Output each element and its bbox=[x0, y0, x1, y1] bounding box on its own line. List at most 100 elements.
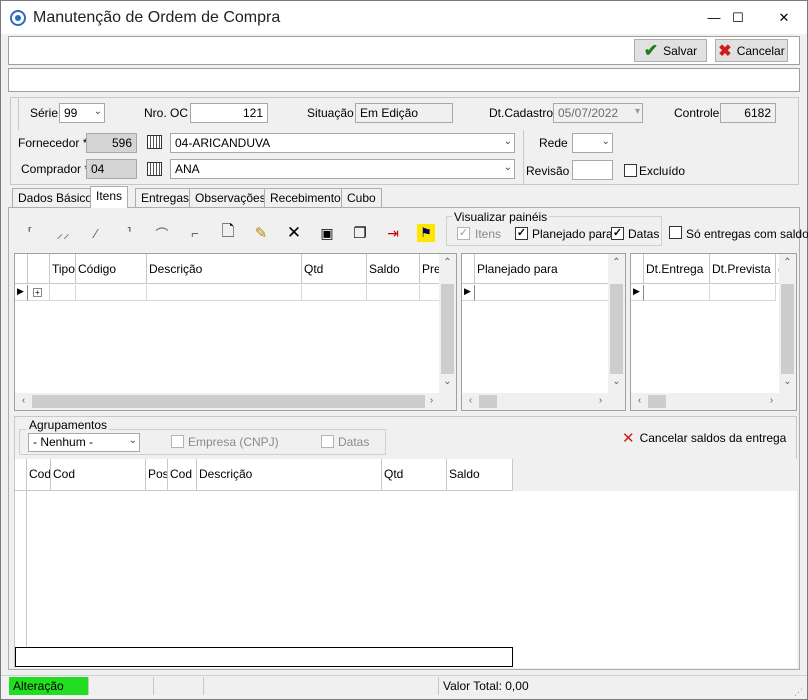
new-document-icon[interactable]: 🗋 bbox=[219, 223, 237, 242]
column-header[interactable]: Dt.Entrega bbox=[644, 254, 710, 284]
scroll-down-icon[interactable]: ⌄ bbox=[608, 376, 625, 387]
status-panel bbox=[204, 677, 439, 695]
prior-record-icon[interactable]: ⁄ bbox=[87, 224, 105, 242]
app-icon bbox=[10, 10, 26, 26]
planejado-checkbox[interactable]: ✓ bbox=[515, 227, 528, 240]
vertical-scrollbar[interactable]: ⌃ ⌄ bbox=[779, 254, 796, 393]
excluido-label: Excluído bbox=[639, 164, 686, 178]
column-header[interactable]: Saldo bbox=[367, 254, 420, 284]
fornecedor-code-field[interactable]: 596 bbox=[86, 133, 137, 153]
datas-checkbox[interactable]: ✓ bbox=[611, 227, 624, 240]
empresa-label: Empresa (CNPJ) bbox=[188, 435, 279, 449]
import-icon[interactable]: ⇥ bbox=[384, 224, 402, 242]
edit-document-icon[interactable]: ✎ bbox=[252, 224, 270, 242]
horizontal-scrollbar[interactable]: ‹ › bbox=[462, 393, 625, 410]
vertical-scrollbar[interactable]: ⌃ ⌄ bbox=[608, 254, 625, 393]
chevron-down-icon: ⌄ bbox=[93, 106, 102, 117]
calendar-icon[interactable] bbox=[147, 162, 162, 176]
row-indicator-header bbox=[15, 459, 27, 491]
status-total: Valor Total: 0,00 bbox=[443, 679, 529, 693]
tab-observacoes[interactable]: Observações bbox=[189, 188, 272, 207]
situacao-label: Situação bbox=[307, 106, 354, 120]
cancel-button[interactable]: ✖ Cancelar bbox=[715, 39, 788, 62]
serie-select[interactable]: 99 ⌄ bbox=[59, 103, 105, 123]
calendar-icon[interactable] bbox=[147, 135, 162, 149]
column-header[interactable]: Qtd bbox=[382, 459, 447, 491]
save-button[interactable]: ✔ Salvar bbox=[634, 39, 707, 62]
tab-entregas[interactable]: Entregas bbox=[135, 188, 196, 207]
prior-page-icon[interactable]: ⸝⸝ bbox=[54, 224, 72, 242]
datas-group-label: Datas bbox=[338, 435, 370, 449]
column-header[interactable]: Qtd bbox=[302, 254, 367, 284]
dates-grid[interactable]: Dt.Entrega Dt.Prevista ( ▶ ⌃ ⌄ ‹ › bbox=[630, 253, 797, 411]
scroll-left-icon[interactable]: ‹ bbox=[631, 395, 648, 406]
column-header[interactable]: Código bbox=[76, 254, 147, 284]
column-header[interactable]: Cod bbox=[27, 459, 51, 491]
last-record-icon[interactable]: ⌐ bbox=[186, 224, 204, 242]
column-header[interactable]: Planejado para bbox=[475, 254, 609, 284]
column-header[interactable]: Dt.Prevista bbox=[710, 254, 776, 284]
horizontal-scrollbar[interactable]: ‹ › bbox=[15, 393, 456, 410]
save-disk-icon[interactable]: ▣ bbox=[318, 224, 336, 242]
scroll-right-icon[interactable]: › bbox=[423, 395, 440, 406]
scroll-down-icon[interactable]: ⌄ bbox=[779, 376, 796, 387]
fornecedor-name-select[interactable]: 04-ARICANDUVA ⌄ bbox=[170, 133, 515, 153]
tab-itens[interactable]: Itens bbox=[90, 186, 129, 208]
first-record-icon[interactable]: ⸢ bbox=[21, 224, 39, 242]
tab-cubo[interactable]: Cubo bbox=[341, 188, 382, 207]
items-grid[interactable]: Tipo Código Descrição Qtd Saldo Preç ▶ +… bbox=[14, 253, 457, 411]
title-bar: Manutenção de Ordem de Compra — ☐ ✕ bbox=[1, 1, 807, 34]
column-header[interactable]: Pos bbox=[146, 459, 168, 491]
so-entregas-checkbox[interactable] bbox=[669, 226, 682, 239]
chevron-down-icon: ⌄ bbox=[503, 162, 512, 173]
next-page-icon[interactable]: ⌒ bbox=[153, 224, 171, 242]
close-window-button[interactable]: ✕ bbox=[761, 1, 807, 34]
maximize-button[interactable]: ☐ bbox=[715, 1, 761, 34]
scroll-up-icon[interactable]: ⌃ bbox=[608, 257, 625, 268]
planejado-panel-label: Planejado para bbox=[532, 227, 613, 241]
grouping-label: Agrupamentos bbox=[27, 418, 110, 432]
column-header[interactable]: Cod bbox=[168, 459, 197, 491]
revisao-field[interactable] bbox=[572, 160, 613, 180]
scroll-left-icon[interactable]: ‹ bbox=[462, 395, 479, 406]
empresa-checkbox bbox=[171, 435, 184, 448]
column-header[interactable]: Descrição bbox=[197, 459, 382, 491]
delete-x-icon[interactable]: ✕ bbox=[285, 223, 303, 242]
expand-row-button[interactable]: + bbox=[28, 285, 50, 301]
vertical-scrollbar[interactable]: ⌃ ⌄ bbox=[439, 254, 456, 393]
column-header[interactable]: Saldo bbox=[447, 459, 513, 491]
entregas-grid[interactable]: Cod Cod Pos Cod Descrição Qtd Saldo bbox=[15, 459, 797, 668]
scroll-left-icon[interactable]: ‹ bbox=[15, 395, 32, 406]
fornecedor-label: Fornecedor * bbox=[18, 136, 88, 150]
column-header[interactable]: Cod bbox=[51, 459, 146, 491]
scroll-down-icon[interactable]: ⌄ bbox=[439, 376, 456, 387]
row-indicator: ▶ bbox=[15, 285, 28, 301]
tab-recebimentos[interactable]: Recebimentos bbox=[264, 188, 353, 207]
rede-select[interactable]: ⌄ bbox=[572, 133, 613, 153]
copy-icon[interactable]: ❐ bbox=[351, 224, 369, 242]
excluido-checkbox[interactable] bbox=[624, 164, 637, 177]
scroll-right-icon[interactable]: › bbox=[763, 395, 780, 406]
revisao-label: Revisão bbox=[526, 164, 570, 178]
grouping-select[interactable]: - Nenhum - ⌄ bbox=[28, 433, 140, 452]
scroll-right-icon[interactable]: › bbox=[592, 395, 609, 406]
status-mode: Alteração bbox=[9, 677, 89, 695]
comprador-code-field[interactable]: 04 bbox=[86, 159, 137, 179]
column-header[interactable]: Tipo bbox=[50, 254, 76, 284]
dt-cadastro-field[interactable]: 05/07/2022 ▾ bbox=[553, 103, 643, 123]
expand-column-header bbox=[28, 254, 50, 284]
next-record-icon[interactable]: ⸣ bbox=[120, 224, 138, 242]
planned-grid[interactable]: Planejado para ▶ ⌃ ⌄ ‹ › bbox=[461, 253, 626, 411]
scroll-up-icon[interactable]: ⌃ bbox=[439, 257, 456, 268]
scroll-up-icon[interactable]: ⌃ bbox=[779, 257, 796, 268]
horizontal-scrollbar[interactable]: ‹ › bbox=[631, 393, 796, 410]
chevron-down-icon: ⌄ bbox=[128, 435, 137, 446]
window-title: Manutenção de Ordem de Compra bbox=[33, 9, 281, 26]
cancel-saldos-button[interactable]: ✕ Cancelar saldos da entrega bbox=[622, 429, 786, 447]
nro-oc-field[interactable]: 121 bbox=[190, 103, 268, 123]
itens-checkbox: ✓ bbox=[457, 227, 470, 240]
resize-grip-icon[interactable]: ⋰ bbox=[794, 687, 803, 698]
exit-runner-icon[interactable]: ⚑ bbox=[417, 224, 435, 242]
comprador-name-select[interactable]: ANA ⌄ bbox=[170, 159, 515, 179]
column-header[interactable]: Descrição bbox=[147, 254, 302, 284]
